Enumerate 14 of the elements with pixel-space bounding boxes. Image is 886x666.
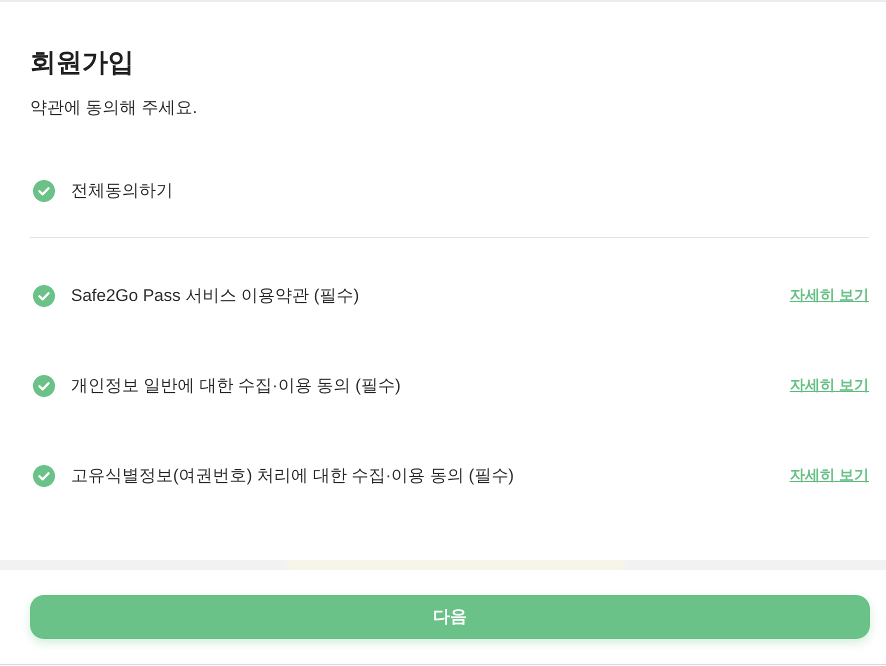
- checkbox-icon[interactable]: [33, 375, 55, 397]
- terms-label: 개인정보 일반에 대한 수집·이용 동의 (필수): [71, 375, 401, 397]
- view-details-link[interactable]: 자세히 보기: [790, 466, 869, 486]
- next-button[interactable]: 다음: [30, 595, 870, 639]
- view-details-link[interactable]: 자세히 보기: [790, 286, 869, 306]
- view-details-link[interactable]: 자세히 보기: [790, 376, 869, 396]
- page-title: 회원가입: [30, 46, 135, 79]
- checkbox-icon[interactable]: [33, 180, 55, 202]
- terms-label: Safe2Go Pass 서비스 이용약관 (필수): [71, 285, 360, 307]
- checkbox-icon[interactable]: [33, 285, 55, 307]
- page-subtitle: 약관에 동의해 주세요.: [30, 97, 198, 119]
- agree-all-label: 전체동의하기: [71, 180, 173, 202]
- checkbox-icon[interactable]: [33, 465, 55, 487]
- terms-label: 고유식별정보(여권번호) 처리에 대한 수집·이용 동의 (필수): [71, 465, 514, 487]
